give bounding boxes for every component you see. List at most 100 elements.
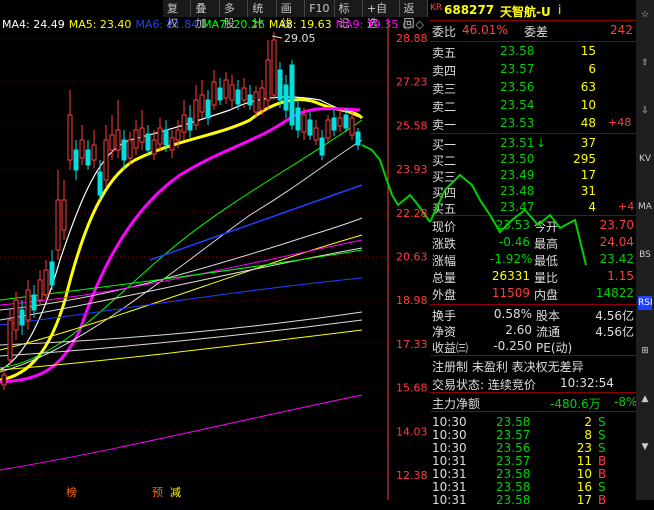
candle[interactable] [1,374,7,386]
candle[interactable] [355,131,361,146]
candle[interactable] [331,117,337,131]
toolbar-item[interactable]: 叠加 [191,0,220,30]
candle[interactable] [115,129,121,151]
candle[interactable] [37,279,43,301]
candle[interactable] [49,261,55,286]
candle[interactable] [97,171,103,196]
candle[interactable] [157,127,163,145]
side-tool-icon[interactable]: ⇧ [638,56,652,70]
side-tool-icon[interactable]: MA [638,200,652,214]
legend-toggle-icon[interactable]: ○ ◇ [402,18,424,31]
candle[interactable] [205,99,211,119]
candle[interactable] [265,59,271,101]
toolbar-item[interactable]: 画线 [277,0,306,30]
side-tool-icon[interactable]: ⇩ [638,104,652,118]
ask-price: 23.58 [500,44,535,58]
candle[interactable] [139,127,145,143]
candle[interactable] [295,107,301,131]
event-mark[interactable]: 预 [152,486,163,499]
quote-value: 26331 [491,269,530,283]
candle[interactable] [247,94,253,106]
candle[interactable] [7,319,13,361]
toolbar-item[interactable]: 多股 [220,0,249,30]
quote-value: 23.70 [599,218,634,232]
event-mark[interactable]: 减 [170,486,181,499]
candle[interactable] [145,133,151,151]
side-tool-icon[interactable]: ▼ [638,440,652,454]
candle[interactable] [133,129,139,149]
candle[interactable] [181,114,187,133]
ask-price: 23.54 [500,98,535,112]
candle[interactable] [13,299,19,331]
candle[interactable] [223,79,229,99]
candle[interactable] [235,89,241,105]
candle[interactable] [229,84,235,101]
candle[interactable] [325,119,331,139]
candle[interactable] [241,87,247,101]
candle[interactable] [127,139,133,159]
toolbar-item[interactable]: 标记 [335,0,363,30]
candle[interactable] [337,117,343,127]
price-tick-label: 28.88 [396,32,428,45]
candle[interactable] [301,114,307,133]
candle[interactable] [103,139,109,181]
candle[interactable] [307,119,313,136]
side-tool-icon[interactable]: ▲ [638,392,652,406]
candle[interactable] [199,94,205,113]
toolbar-item[interactable]: 统计 [248,0,277,30]
candle[interactable] [31,294,37,311]
candle[interactable] [187,117,193,131]
candle[interactable] [55,199,61,251]
candle[interactable] [121,139,127,161]
candle[interactable] [193,99,199,126]
candle[interactable] [343,114,349,129]
quote-label: 总量 [432,271,457,285]
candle[interactable] [259,87,265,111]
bid-volume: 31 [580,184,596,198]
candle[interactable] [25,289,31,321]
candle[interactable] [163,129,169,146]
candle[interactable] [289,64,295,126]
candle[interactable] [253,91,259,113]
candle[interactable] [211,81,217,106]
candle[interactable] [283,84,289,111]
toolbar-item[interactable]: +自选 [363,0,400,30]
quote-value: 23.53 [495,218,530,232]
toolbar-item[interactable]: 返回 [400,0,428,30]
candle[interactable] [19,309,25,326]
candle[interactable] [151,139,157,155]
side-tool-icon[interactable]: BS [638,248,652,262]
tick-price: 23.58 [496,493,531,507]
candle[interactable] [319,137,325,156]
candle[interactable] [73,149,79,171]
weidiff-value: 242 [610,23,633,37]
quote-value: -1.92% [490,252,533,266]
candle[interactable] [313,127,319,141]
side-tool-icon[interactable]: KV [638,152,652,166]
kline-chart[interactable]: 28.88 27.23 25.58 23.93 22.28 20.63 18.98 17.33… [0,0,430,500]
event-mark[interactable]: 榜 [66,485,77,499]
candle[interactable] [217,87,223,101]
quote-label: 外盘 [432,288,457,302]
side-tool-icon[interactable]: RSI [638,296,653,310]
candle[interactable] [43,269,49,296]
side-tool-icon[interactable]: ☆ [638,8,652,22]
candle[interactable] [61,199,67,231]
side-tool-icon[interactable]: ⊞ [638,344,652,358]
toolbar-item[interactable]: 复权 [163,0,192,30]
candle[interactable] [271,39,277,96]
toolbar-item[interactable]: F10 [305,0,335,17]
bid-price: 23.51 [500,136,535,150]
candle[interactable] [109,134,115,151]
candle[interactable] [169,137,175,151]
candle[interactable] [79,139,85,159]
quote-label: 涨跌 [432,237,457,251]
price-tick-label: 12.38 [396,469,428,482]
peak-price-label: 29.05 [284,32,316,45]
candle[interactable] [85,149,91,166]
candle[interactable] [91,144,97,161]
candle[interactable] [277,69,283,101]
candle[interactable] [175,129,181,141]
candle[interactable] [67,114,73,161]
candle[interactable] [349,117,355,136]
